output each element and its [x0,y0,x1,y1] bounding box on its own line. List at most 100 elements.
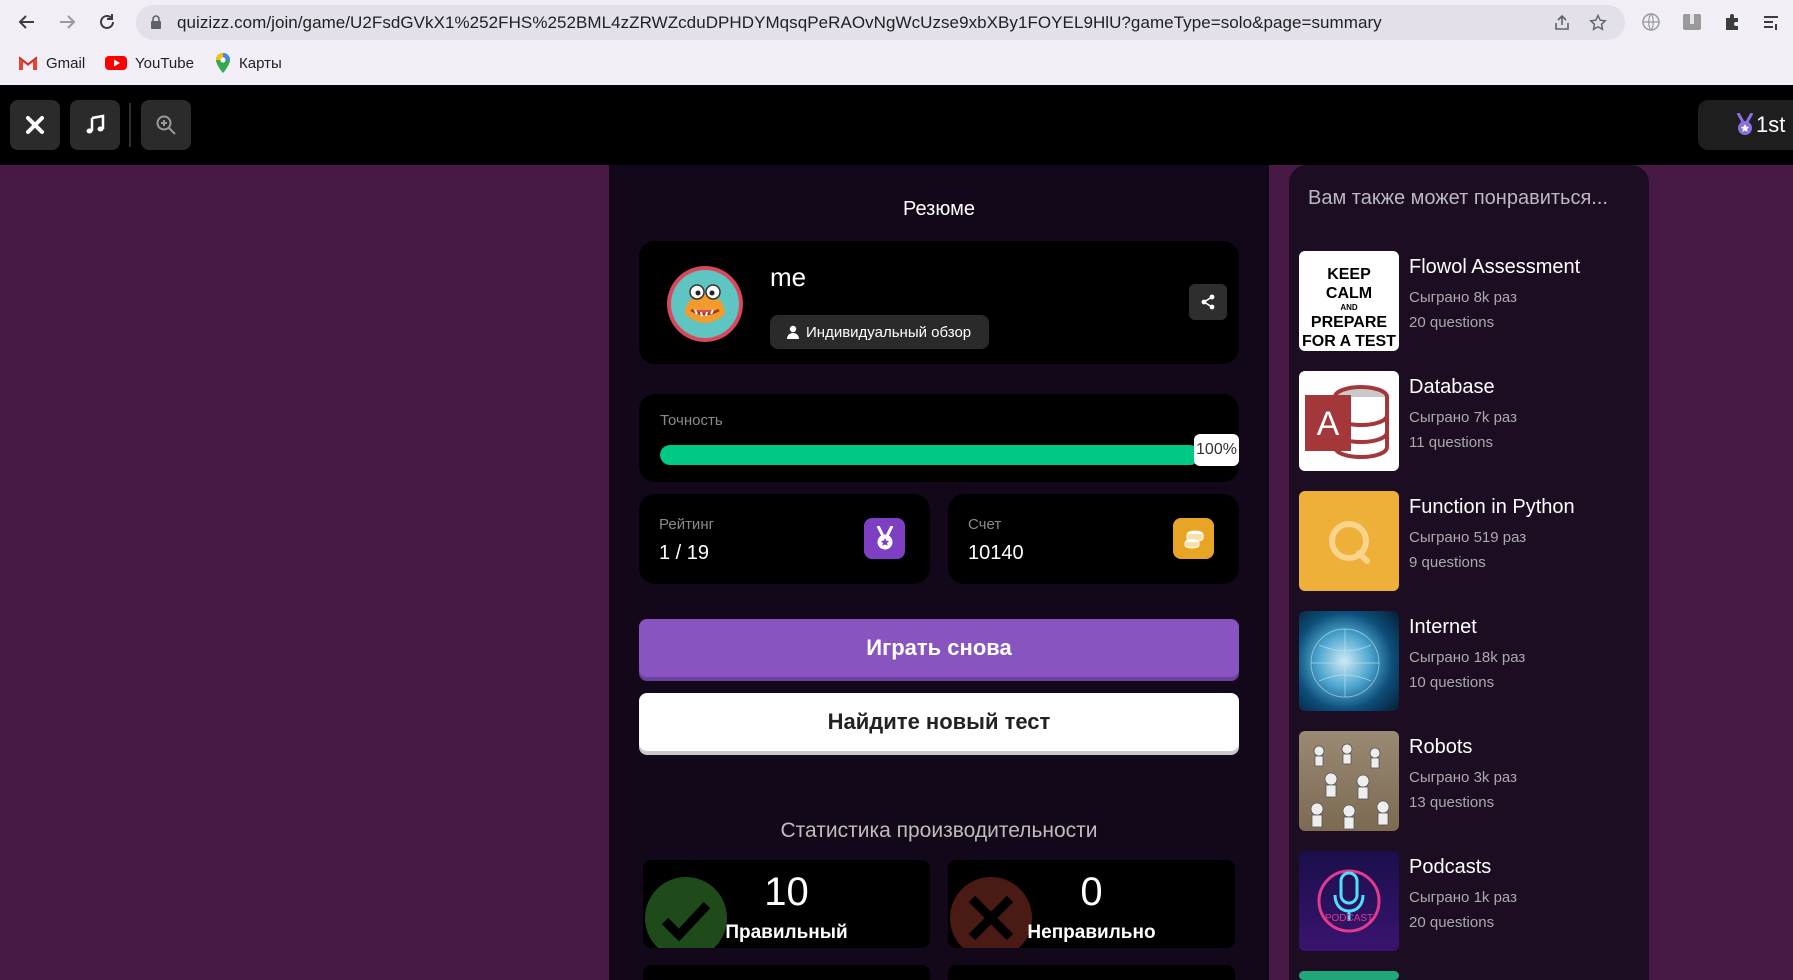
maps-icon [216,53,230,73]
recommendation-item[interactable]: A Database Сыграно 7k раз 11 questions [1299,371,1639,471]
accuracy-label: Точность [660,412,723,429]
quiz-questions: 20 questions [1409,914,1495,931]
quiz-questions: 11 questions [1409,434,1493,451]
correct-count: 10 [764,870,809,914]
quiz-name: Robots [1409,736,1473,758]
player-name: me [770,262,807,292]
zoom-button[interactable] [141,100,191,150]
incorrect-label: Неправильно [1027,922,1156,943]
thumb-text: PREPARE [1310,314,1388,331]
recommendation-item[interactable]: KEEP CALM AND PREPARE FOR A TEST Flowol … [1299,251,1639,351]
quiz-name: Flowol Assessment [1409,256,1581,278]
summary-panel: Резюме me Индивидуальный обзор Точность … [609,165,1269,980]
quizizz-logo-thumbnail [1299,491,1399,591]
stat-card-partial [643,965,930,980]
bookmark-label: Gmail [46,54,86,72]
zoom-icon [156,115,176,135]
quiz-questions: 9 questions [1409,554,1486,571]
thumb-text: FOR A TEST [1302,333,1396,350]
share-button[interactable] [1189,284,1227,320]
medal-icon [1736,113,1754,135]
person-icon [787,325,799,339]
accuracy-bar-fill [660,445,1200,465]
find-new-quiz-button[interactable]: Найдите новый тест [639,693,1239,751]
browser-chrome: quizizz.com/join/game/U2FsdGVkX1%252FHS%… [0,0,1793,85]
score-badge [1173,518,1214,559]
quiz-name: Podcasts [1409,856,1492,878]
globe-thumbnail [1299,611,1399,711]
score-value: 10140 [968,542,1024,564]
quiz-plays: Сыграно 3k раз [1409,769,1517,786]
quiz-plays: Сыграно 519 раз [1409,529,1527,546]
rating-badge [864,518,905,559]
access-database-thumbnail: A [1299,371,1399,471]
recommendation-item[interactable]: Function in Python Сыграно 519 раз 9 que… [1299,491,1639,591]
rating-card: Рейтинг 1 / 19 [639,494,930,584]
individual-review-button[interactable]: Индивидуальный обзор [770,315,990,349]
page-title: Резюме [903,198,975,220]
correct-label: Правильный [725,922,848,943]
coins-icon [1184,530,1203,549]
recommendation-item-partial[interactable] [1299,971,1639,980]
extensions-puzzle-icon[interactable] [1721,11,1743,33]
back-icon[interactable] [13,8,41,36]
close-button[interactable] [10,100,60,150]
youtube-icon [105,56,127,70]
recommendations-panel: Вам также может понравиться... KEEP CALM… [1289,165,1649,980]
quiz-plays: Сыграно 1k раз [1409,889,1517,906]
share-page-icon[interactable] [1552,13,1572,33]
recommendation-item[interactable]: PODCAST Podcasts Сыграно 1k раз 20 quest… [1299,851,1639,951]
play-again-button[interactable]: Играть снова [639,619,1239,677]
player-card: me Индивидуальный обзор [639,241,1239,364]
partial-thumbnail [1299,971,1399,980]
music-button[interactable] [70,100,120,150]
url-text: quizizz.com/join/game/U2FsdGVkX1%252FHS%… [177,13,1382,32]
medal-icon [876,525,893,549]
bookmark-label: Карты [239,54,282,72]
forward-icon[interactable] [53,8,81,36]
reload-icon[interactable] [93,8,121,36]
quiz-questions: 13 questions [1409,794,1495,811]
accuracy-bar [660,445,1200,465]
monster-avatar-icon [685,284,725,323]
accuracy-percent: 100% [1194,434,1239,466]
review-button-label: Индивидуальный обзор [806,323,972,341]
accuracy-card: Точность 100% [639,394,1239,482]
podcast-thumbnail: PODCAST [1299,851,1399,951]
address-row: quizizz.com/join/game/U2FsdGVkX1%252FHS%… [0,0,1793,45]
share-icon [1201,294,1215,310]
quiz-questions: 10 questions [1409,674,1495,691]
bookmark-maps[interactable]: Карты [215,50,282,76]
quiz-name: Function in Python [1409,496,1575,518]
reading-list-icon[interactable] [1760,11,1782,33]
robots-thumbnail [1299,731,1399,831]
recommendation-item[interactable]: Internet Сыграно 18k раз 10 questions [1299,611,1639,711]
thumb-text: AND [1340,303,1358,312]
stat-card-partial [948,965,1235,980]
incorrect-count: 0 [1080,870,1103,914]
quiz-plays: Сыграно 7k раз [1409,409,1517,426]
gmail-icon [18,56,38,70]
avatar [667,266,743,342]
recommendation-item[interactable]: Robots Сыграно 3k раз 13 questions [1299,731,1639,831]
bookmark-gmail[interactable]: Gmail [18,50,85,76]
bookmark-star-icon[interactable] [1588,13,1608,33]
quiz-plays: Сыграно 18k раз [1409,649,1526,666]
score-card: Счет 10140 [948,494,1239,584]
performance-title: Статистика производительности [780,819,1098,842]
thumb-text: KEEP [1327,266,1371,283]
thumb-text: A [1317,405,1340,443]
address-bar[interactable]: quizizz.com/join/game/U2FsdGVkX1%252FHS%… [136,5,1625,40]
rank-indicator: 1st [1698,100,1793,150]
quiz-plays: Сыграно 8k раз [1409,289,1517,306]
game-topbar: 1st [0,85,1793,165]
music-icon [86,114,105,134]
bookmark-youtube[interactable]: YouTube [105,50,194,76]
rating-label: Рейтинг [659,516,715,533]
quiz-name: Internet [1409,616,1477,638]
zip-extension-icon[interactable] [1681,11,1703,33]
incorrect-stat-card: 0 Неправильно [948,860,1235,948]
recommendations-title: Вам также может понравиться... [1308,187,1608,209]
score-label: Счет [968,516,1002,533]
globe-extension-icon[interactable] [1640,11,1662,33]
